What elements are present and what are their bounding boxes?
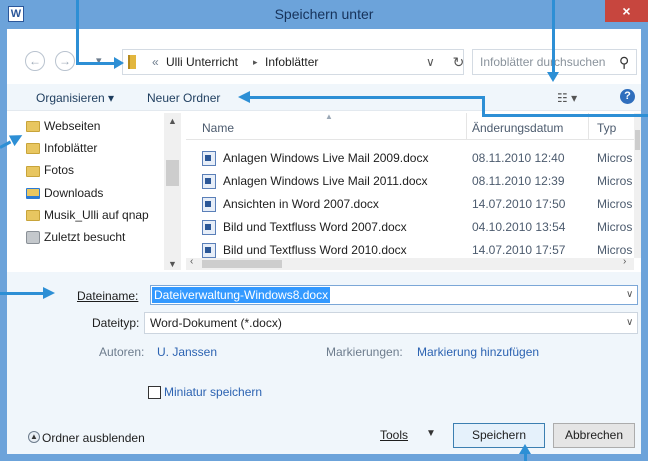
column-header-type[interactable]: Typ: [597, 121, 616, 135]
authors-value[interactable]: U. Janssen: [157, 345, 217, 359]
filetype-value: Word-Dokument (*.docx): [150, 316, 282, 330]
file-date: 08.11.2010 12:40: [472, 151, 565, 165]
callout-arrowhead: [547, 72, 559, 82]
breadcrumb-separator-icon[interactable]: ▸: [253, 57, 258, 68]
file-date: 08.11.2010 12:39: [472, 174, 565, 188]
callout-arrow: [482, 96, 485, 116]
save-button[interactable]: Speichern: [453, 423, 545, 448]
refresh-icon[interactable]: ↻: [450, 49, 467, 75]
callout-arrow: [250, 96, 484, 99]
chevron-up-icon[interactable]: ▲: [28, 431, 40, 443]
sort-up-icon: ▲: [325, 112, 333, 121]
nav-pane-scroll-thumb[interactable]: [166, 160, 179, 186]
back-button[interactable]: ←: [25, 51, 45, 71]
nav-pane-scrollbar[interactable]: [164, 113, 181, 270]
callout-arrow: [76, 62, 116, 65]
word-document-icon: [202, 174, 216, 189]
forward-button[interactable]: →: [55, 51, 75, 71]
file-type: Micros: [597, 151, 633, 165]
add-tag-link[interactable]: Markierung hinzufügen: [417, 345, 539, 359]
word-document-icon: [202, 243, 216, 258]
word-document-icon: [202, 197, 216, 212]
thumbnail-checkbox[interactable]: [148, 386, 161, 399]
tools-menu-button[interactable]: Tools: [380, 428, 408, 442]
address-dropdown-icon[interactable]: ∨: [426, 55, 435, 69]
nav-item-zuletzt-besucht[interactable]: Zuletzt besucht: [44, 227, 125, 247]
organize-menu-button[interactable]: Organisieren ▾: [36, 91, 114, 105]
folder-icon: [128, 55, 136, 69]
nav-item-fotos[interactable]: Fotos: [44, 160, 74, 180]
cancel-button[interactable]: Abbrechen: [553, 423, 635, 448]
column-divider[interactable]: [588, 113, 589, 140]
breadcrumb-overflow[interactable]: «: [152, 55, 159, 69]
authors-label: Autoren:: [99, 345, 145, 359]
recent-locations-button[interactable]: ▾: [96, 54, 102, 67]
scroll-right-icon[interactable]: ›: [623, 256, 626, 267]
file-type: Micros: [597, 174, 633, 188]
callout-arrow: [482, 114, 648, 117]
search-icon[interactable]: ⚲: [619, 54, 629, 71]
file-name[interactable]: Ansichten in Word 2007.docx: [223, 193, 379, 216]
callout-arrow: [552, 0, 555, 74]
folder-icon: [26, 210, 40, 221]
filename-dropdown-icon[interactable]: ∨: [626, 289, 633, 300]
word-document-icon: [202, 151, 216, 166]
horizontal-scroll-thumb[interactable]: [202, 260, 282, 268]
column-header-date[interactable]: Änderungsdatum: [472, 121, 563, 135]
nav-item-musik-ulli[interactable]: Musik_Ulli auf qnap: [44, 205, 172, 225]
file-name[interactable]: Bild und Textfluss Word 2007.docx: [223, 216, 407, 239]
nav-item-downloads[interactable]: Downloads: [44, 183, 103, 203]
file-date: 14.07.2010 17:50: [472, 197, 566, 211]
folder-icon: [26, 166, 40, 177]
search-placeholder: Infoblätter durchsuchen: [480, 55, 606, 69]
new-folder-button[interactable]: Neuer Ordner: [147, 91, 220, 105]
filename-label: Dateiname:: [77, 289, 139, 303]
file-list-scroll-thumb[interactable]: [635, 130, 640, 150]
callout-arrow: [0, 292, 44, 295]
breadcrumb-infoblaetter[interactable]: Infoblätter: [265, 55, 318, 69]
tools-dropdown-icon[interactable]: ▼: [426, 428, 436, 439]
tags-label: Markierungen:: [326, 345, 403, 359]
column-divider[interactable]: [466, 113, 467, 140]
hide-folders-button[interactable]: Ordner ausblenden: [42, 431, 145, 445]
nav-item-infoblaetter[interactable]: Infoblätter: [44, 138, 97, 158]
filetype-label: Dateityp:: [92, 316, 140, 330]
filename-value[interactable]: Dateiverwaltung-Windows8.docx: [152, 287, 331, 303]
scroll-down-icon[interactable]: ▼: [168, 259, 177, 269]
file-type: Micros: [597, 197, 633, 211]
file-name[interactable]: Anlagen Windows Live Mail 2009.docx: [223, 147, 428, 170]
scroll-left-icon[interactable]: ‹: [190, 256, 193, 267]
callout-arrowhead: [114, 57, 124, 69]
callout-arrow: [76, 0, 79, 64]
file-name[interactable]: Anlagen Windows Live Mail 2011.docx: [223, 170, 428, 193]
column-header-row: [186, 113, 634, 140]
callout-arrowhead: [43, 287, 55, 299]
folder-icon: [26, 121, 40, 132]
folder-icon: [26, 143, 40, 154]
scroll-up-icon[interactable]: ▲: [168, 116, 177, 126]
column-header-name[interactable]: Name: [202, 121, 234, 135]
close-button[interactable]: ×: [605, 0, 648, 22]
breadcrumb-ulli-unterricht[interactable]: Ulli Unterricht: [166, 55, 238, 69]
callout-arrow: [524, 454, 527, 461]
callout-arrowhead: [519, 444, 531, 454]
word-document-icon: [202, 220, 216, 235]
recent-places-icon: [26, 231, 40, 244]
downloads-icon: [26, 188, 40, 199]
file-date: 04.10.2010 13:54: [472, 220, 566, 234]
view-options-icon[interactable]: ☷ ▾: [557, 91, 577, 105]
window-title: Speichern unter: [274, 6, 374, 22]
thumbnail-label[interactable]: Miniatur speichern: [164, 385, 262, 399]
nav-item-webseiten[interactable]: Webseiten: [44, 116, 100, 136]
file-type: Micros: [597, 220, 633, 234]
filetype-dropdown-icon[interactable]: ∨: [626, 317, 633, 328]
help-icon[interactable]: ?: [620, 89, 635, 104]
callout-arrowhead: [238, 91, 250, 103]
